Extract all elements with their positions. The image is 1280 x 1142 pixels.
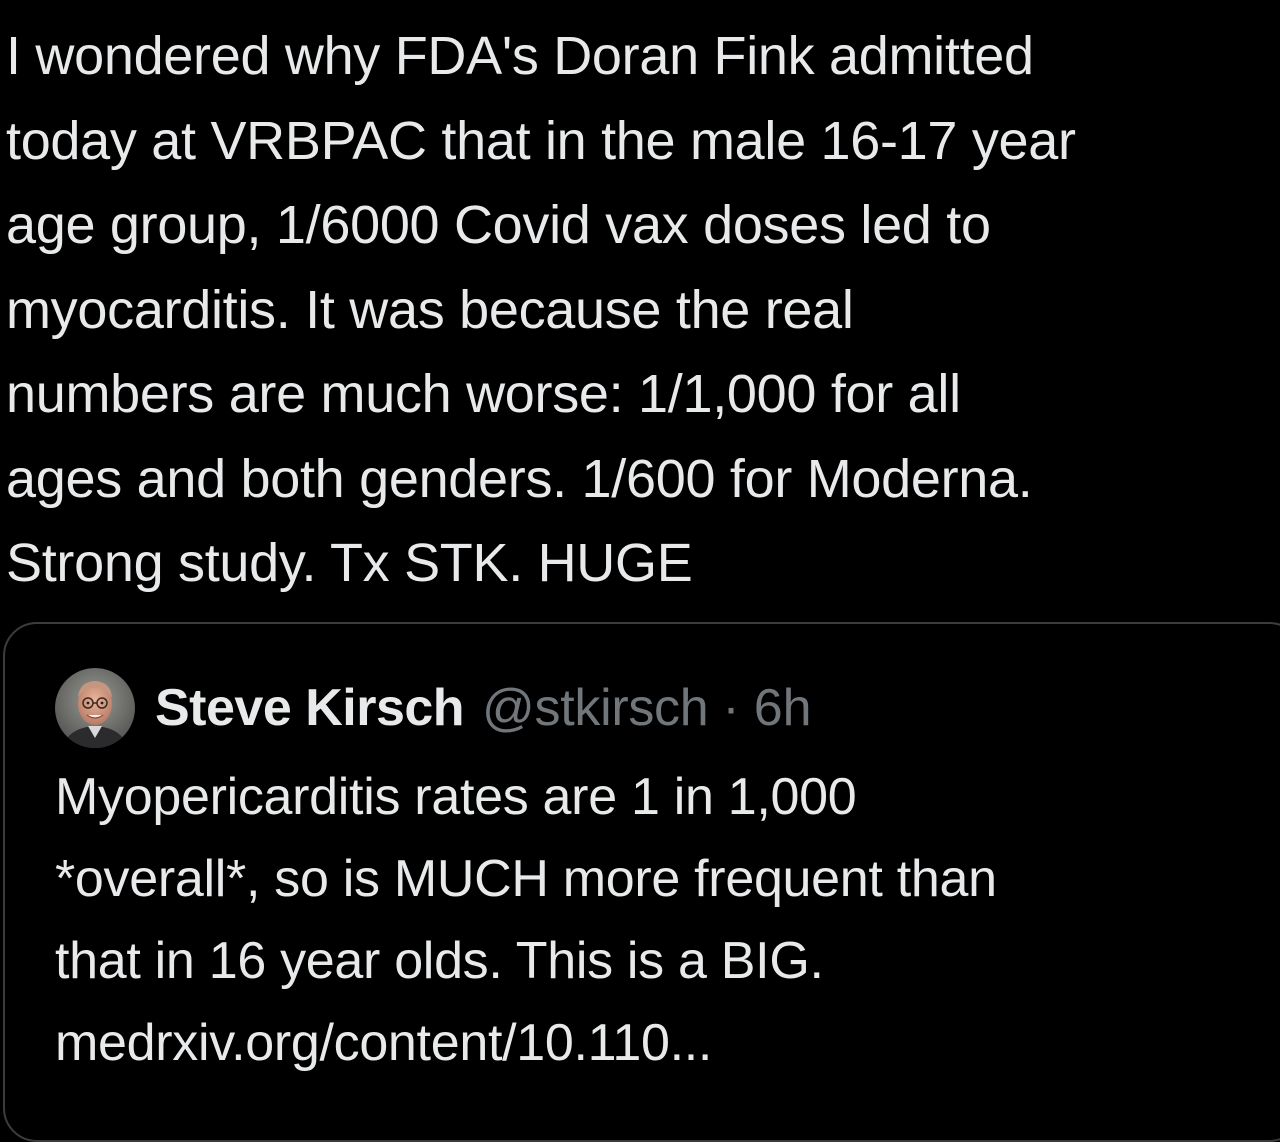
- tweet-text-line: age group, 1/6000 Covid vax doses led to: [6, 195, 991, 255]
- tweet-text-line: today at VRBPAC that in the male 16-17 y…: [6, 110, 1076, 171]
- quoted-tweet-body: Myopericarditis rates are 1 in 1,000 *ov…: [55, 756, 1275, 1084]
- tweet-text-line: ages and both genders. 1/600 for Moderna…: [6, 448, 1033, 509]
- quoted-text-line: *overall*, so is MUCH more frequent than: [55, 850, 997, 908]
- avatar[interactable]: [55, 668, 135, 748]
- author-handle[interactable]: @stkirsch: [482, 678, 709, 738]
- avatar-photo-icon: [55, 668, 135, 748]
- tweet-text-line: I wondered why FDA's Doran Fink admitted: [6, 26, 1034, 86]
- separator-dot: ·: [722, 679, 740, 737]
- tweet-text-line: myocarditis. It was because the real: [6, 279, 854, 340]
- article-link[interactable]: medrxiv.org/content/10.110...: [55, 1002, 1275, 1084]
- post-timestamp[interactable]: 6h: [754, 678, 812, 738]
- author-name[interactable]: Steve Kirsch: [155, 678, 465, 738]
- quoted-tweet-card[interactable]: Steve Kirsch @stkirsch · 6h Myopericardi…: [3, 622, 1280, 1142]
- tweet-body: I wondered why FDA's Doran Fink admitted…: [6, 14, 1276, 606]
- tweet-text-line: numbers are much worse: 1/1,000 for all: [6, 364, 961, 424]
- quoted-text-line: that in 16 year olds. This is a BIG.: [55, 932, 824, 990]
- quoted-text-line: Myopericarditis rates are 1 in 1,000: [55, 768, 857, 826]
- tweet-text-line: Strong study. Tx STK. HUGE: [6, 533, 693, 593]
- quoted-tweet-header: Steve Kirsch @stkirsch · 6h: [55, 668, 812, 748]
